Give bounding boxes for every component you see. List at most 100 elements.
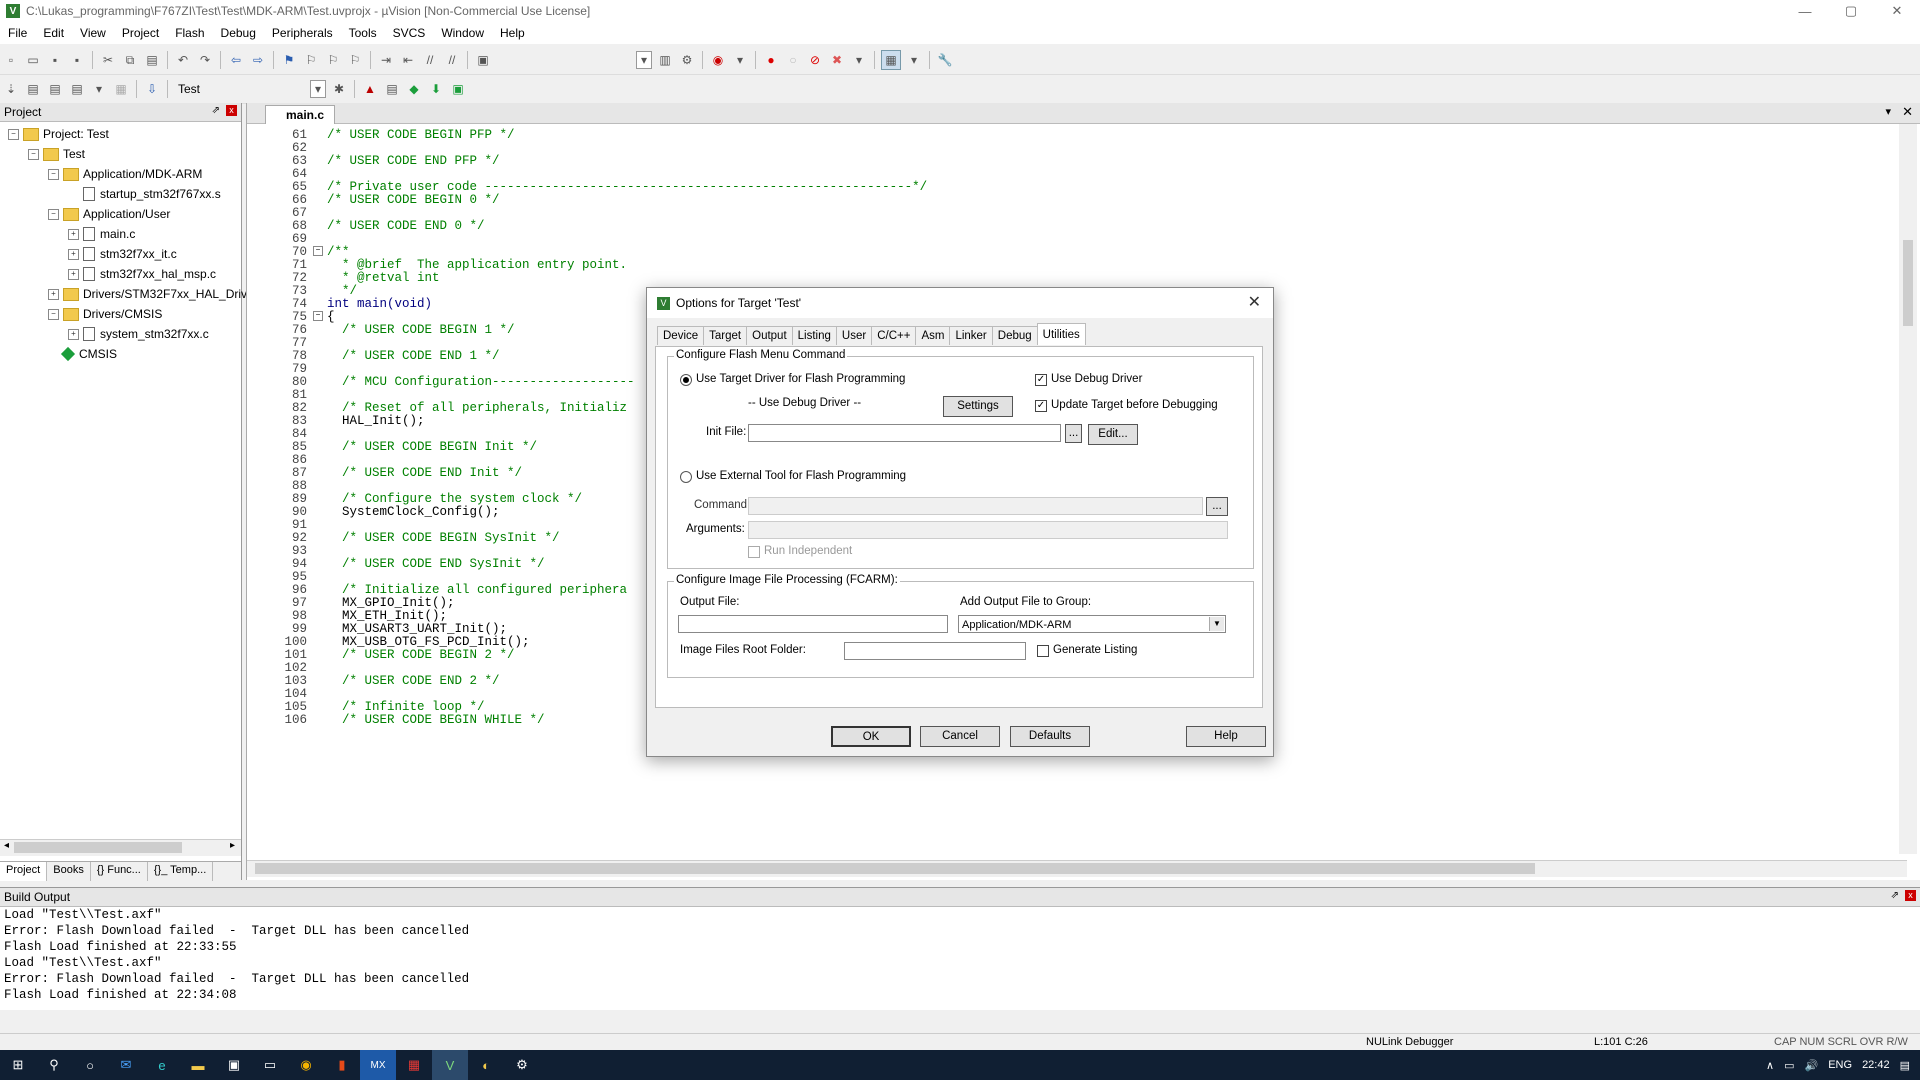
batch-build-icon[interactable]: ▤ bbox=[68, 80, 86, 98]
tree-item[interactable]: − Test bbox=[28, 144, 85, 164]
arguments-input[interactable] bbox=[748, 521, 1228, 539]
defaults-button[interactable]: Defaults bbox=[1010, 726, 1090, 747]
tree-item[interactable]: + stm32f7xx_hal_msp.c bbox=[68, 264, 216, 284]
chrome-icon[interactable]: ◉ bbox=[288, 1050, 324, 1080]
uvision-taskbar-icon[interactable]: V bbox=[432, 1050, 468, 1080]
fold-toggle-icon[interactable]: − bbox=[313, 311, 323, 321]
code-line[interactable]: MX_USART3_UART_Init(); bbox=[327, 622, 507, 636]
update-target-checkbox[interactable]: ✓ bbox=[1035, 400, 1047, 412]
configure-icon[interactable]: 🔧 bbox=[936, 51, 954, 69]
code-line[interactable]: /* USER CODE BEGIN Init */ bbox=[327, 440, 537, 454]
next-bookmark-icon[interactable]: ⚐ bbox=[324, 51, 342, 69]
tab-device[interactable]: Device bbox=[657, 326, 705, 345]
tree-item[interactable]: + stm32f7xx_it.c bbox=[68, 244, 177, 264]
disable-breakpoint-icon[interactable]: ○ bbox=[784, 51, 802, 69]
target-select-value[interactable]: Test bbox=[172, 82, 308, 96]
code-line[interactable]: /* Initialize all configured periphera bbox=[327, 583, 627, 597]
code-line[interactable]: /* USER CODE BEGIN 1 */ bbox=[327, 323, 515, 337]
code-line[interactable]: /* Private user code -------------------… bbox=[327, 180, 927, 194]
code-line[interactable]: /* USER CODE BEGIN WHILE */ bbox=[327, 713, 545, 727]
tab-c-cpp[interactable]: C/C++ bbox=[871, 326, 917, 345]
open-file-icon[interactable]: ▭ bbox=[24, 51, 42, 69]
code-line[interactable]: /* USER CODE END SysInit */ bbox=[327, 557, 545, 571]
code-line[interactable]: HAL_Init(); bbox=[327, 414, 425, 428]
menu-view[interactable]: View bbox=[72, 26, 114, 40]
fold-toggle-icon[interactable]: − bbox=[313, 246, 323, 256]
multi-project-icon[interactable]: ▣ bbox=[449, 80, 467, 98]
code-line[interactable]: /* USER CODE BEGIN PFP */ bbox=[327, 128, 515, 142]
notifications-icon[interactable]: ▤ bbox=[1900, 1059, 1910, 1072]
app-icon[interactable]: ◐ bbox=[468, 1050, 504, 1080]
redo-icon[interactable]: ↷ bbox=[196, 51, 214, 69]
init-file-browse-button[interactable]: ... bbox=[1065, 424, 1082, 443]
tab-project[interactable]: Project bbox=[0, 862, 48, 881]
scroll-left-icon[interactable]: ◂ bbox=[4, 840, 9, 851]
pin-icon[interactable]: ⇗ bbox=[212, 105, 220, 116]
settings-button[interactable]: Settings bbox=[943, 396, 1013, 417]
use-target-driver-radio[interactable] bbox=[680, 374, 692, 386]
target-dropdown-icon[interactable]: ▾ bbox=[310, 80, 326, 98]
expand-icon[interactable]: + bbox=[68, 228, 79, 240]
indent-icon[interactable]: ⇥ bbox=[377, 51, 395, 69]
code-line[interactable]: /* USER CODE BEGIN 0 */ bbox=[327, 193, 500, 207]
output-group-select[interactable]: Application/MDK-ARM ▼ bbox=[958, 615, 1226, 633]
store-icon[interactable]: ▣ bbox=[216, 1050, 252, 1080]
code-line[interactable]: SystemClock_Config(); bbox=[327, 505, 500, 519]
menu-peripherals[interactable]: Peripherals bbox=[264, 26, 341, 40]
office-icon[interactable]: ▮ bbox=[324, 1050, 360, 1080]
collapse-icon[interactable]: − bbox=[28, 148, 39, 160]
pack-installer-icon[interactable]: ⬇ bbox=[427, 80, 445, 98]
code-line[interactable]: */ bbox=[327, 284, 357, 298]
minimize-button[interactable]: — bbox=[1782, 0, 1828, 22]
cancel-button[interactable]: Cancel bbox=[920, 726, 1000, 747]
navigate-forward-icon[interactable]: ⇨ bbox=[249, 51, 267, 69]
tab-list-dropdown-icon[interactable]: ▾ bbox=[1885, 105, 1891, 118]
clear-bookmarks-icon[interactable]: ⚐ bbox=[346, 51, 364, 69]
menu-tools[interactable]: Tools bbox=[341, 26, 385, 40]
paste-icon[interactable]: ▤ bbox=[143, 51, 161, 69]
debug-dropdown-icon[interactable]: ▾ bbox=[731, 51, 749, 69]
code-line[interactable]: /* USER CODE END PFP */ bbox=[327, 154, 500, 168]
kill-breakpoints-icon[interactable]: ✖ bbox=[828, 51, 846, 69]
tree-item[interactable]: startup_stm32f767xx.s bbox=[68, 184, 221, 204]
code-line[interactable]: /* USER CODE END Init */ bbox=[327, 466, 522, 480]
code-line[interactable]: /* Configure the system clock */ bbox=[327, 492, 582, 506]
options-for-target-icon[interactable]: ✱ bbox=[330, 80, 348, 98]
output-file-input[interactable] bbox=[678, 615, 948, 633]
help-button[interactable]: Help bbox=[1186, 726, 1266, 747]
manage-rte-icon[interactable]: ◆ bbox=[405, 80, 423, 98]
code-line[interactable]: /* MCU Configuration------------------- bbox=[327, 375, 635, 389]
mail-icon[interactable]: ✉ bbox=[108, 1050, 144, 1080]
find-in-files-icon[interactable]: ▣ bbox=[474, 51, 492, 69]
uncomment-icon[interactable]: // bbox=[443, 51, 461, 69]
use-debug-driver-checkbox[interactable]: ✓ bbox=[1035, 374, 1047, 386]
tree-item[interactable]: + Drivers/STM32F7xx_HAL_Driv bbox=[48, 284, 247, 304]
manage-project-items-icon[interactable]: ▲ bbox=[361, 80, 379, 98]
build-icon[interactable]: ▤ bbox=[24, 80, 42, 98]
find-icon[interactable]: ▥ bbox=[656, 51, 674, 69]
find-dropdown-icon[interactable]: ▾ bbox=[636, 51, 652, 69]
stop-build-icon[interactable]: ▦ bbox=[112, 80, 130, 98]
code-line[interactable]: /* USER CODE BEGIN 2 */ bbox=[327, 648, 515, 662]
code-line[interactable]: /* USER CODE BEGIN SysInit */ bbox=[327, 531, 560, 545]
tree-item[interactable]: − Drivers/CMSIS bbox=[48, 304, 162, 324]
tree-item[interactable]: − Project: Test bbox=[8, 124, 109, 144]
close-panel-icon[interactable]: x bbox=[1905, 890, 1916, 901]
debug-driver-select[interactable]: -- Use Debug Driver -- bbox=[748, 397, 861, 409]
menu-edit[interactable]: Edit bbox=[35, 26, 72, 40]
tab-templates[interactable]: {}_ Temp... bbox=[148, 862, 214, 881]
code-line[interactable]: /* Infinite loop */ bbox=[327, 700, 485, 714]
tray-overflow-icon[interactable]: ∧ bbox=[1766, 1059, 1774, 1072]
code-line[interactable]: /* Reset of all peripherals, Initializ bbox=[327, 401, 627, 415]
download-icon[interactable]: ⇩ bbox=[143, 80, 161, 98]
debug-session-icon[interactable]: ◉ bbox=[709, 51, 727, 69]
menu-flash[interactable]: Flash bbox=[167, 26, 212, 40]
tab-target[interactable]: Target bbox=[703, 326, 748, 345]
collapse-icon[interactable]: − bbox=[48, 308, 59, 320]
close-window-button[interactable]: ✕ bbox=[1874, 0, 1920, 22]
project-horizontal-scrollbar[interactable]: ◂ ▸ bbox=[0, 839, 241, 856]
menu-debug[interactable]: Debug bbox=[213, 26, 264, 40]
tree-item[interactable]: − Application/MDK-ARM bbox=[48, 164, 202, 184]
code-line[interactable]: * @retval int bbox=[327, 271, 440, 285]
breakpoints-dropdown-icon[interactable]: ▾ bbox=[850, 51, 868, 69]
